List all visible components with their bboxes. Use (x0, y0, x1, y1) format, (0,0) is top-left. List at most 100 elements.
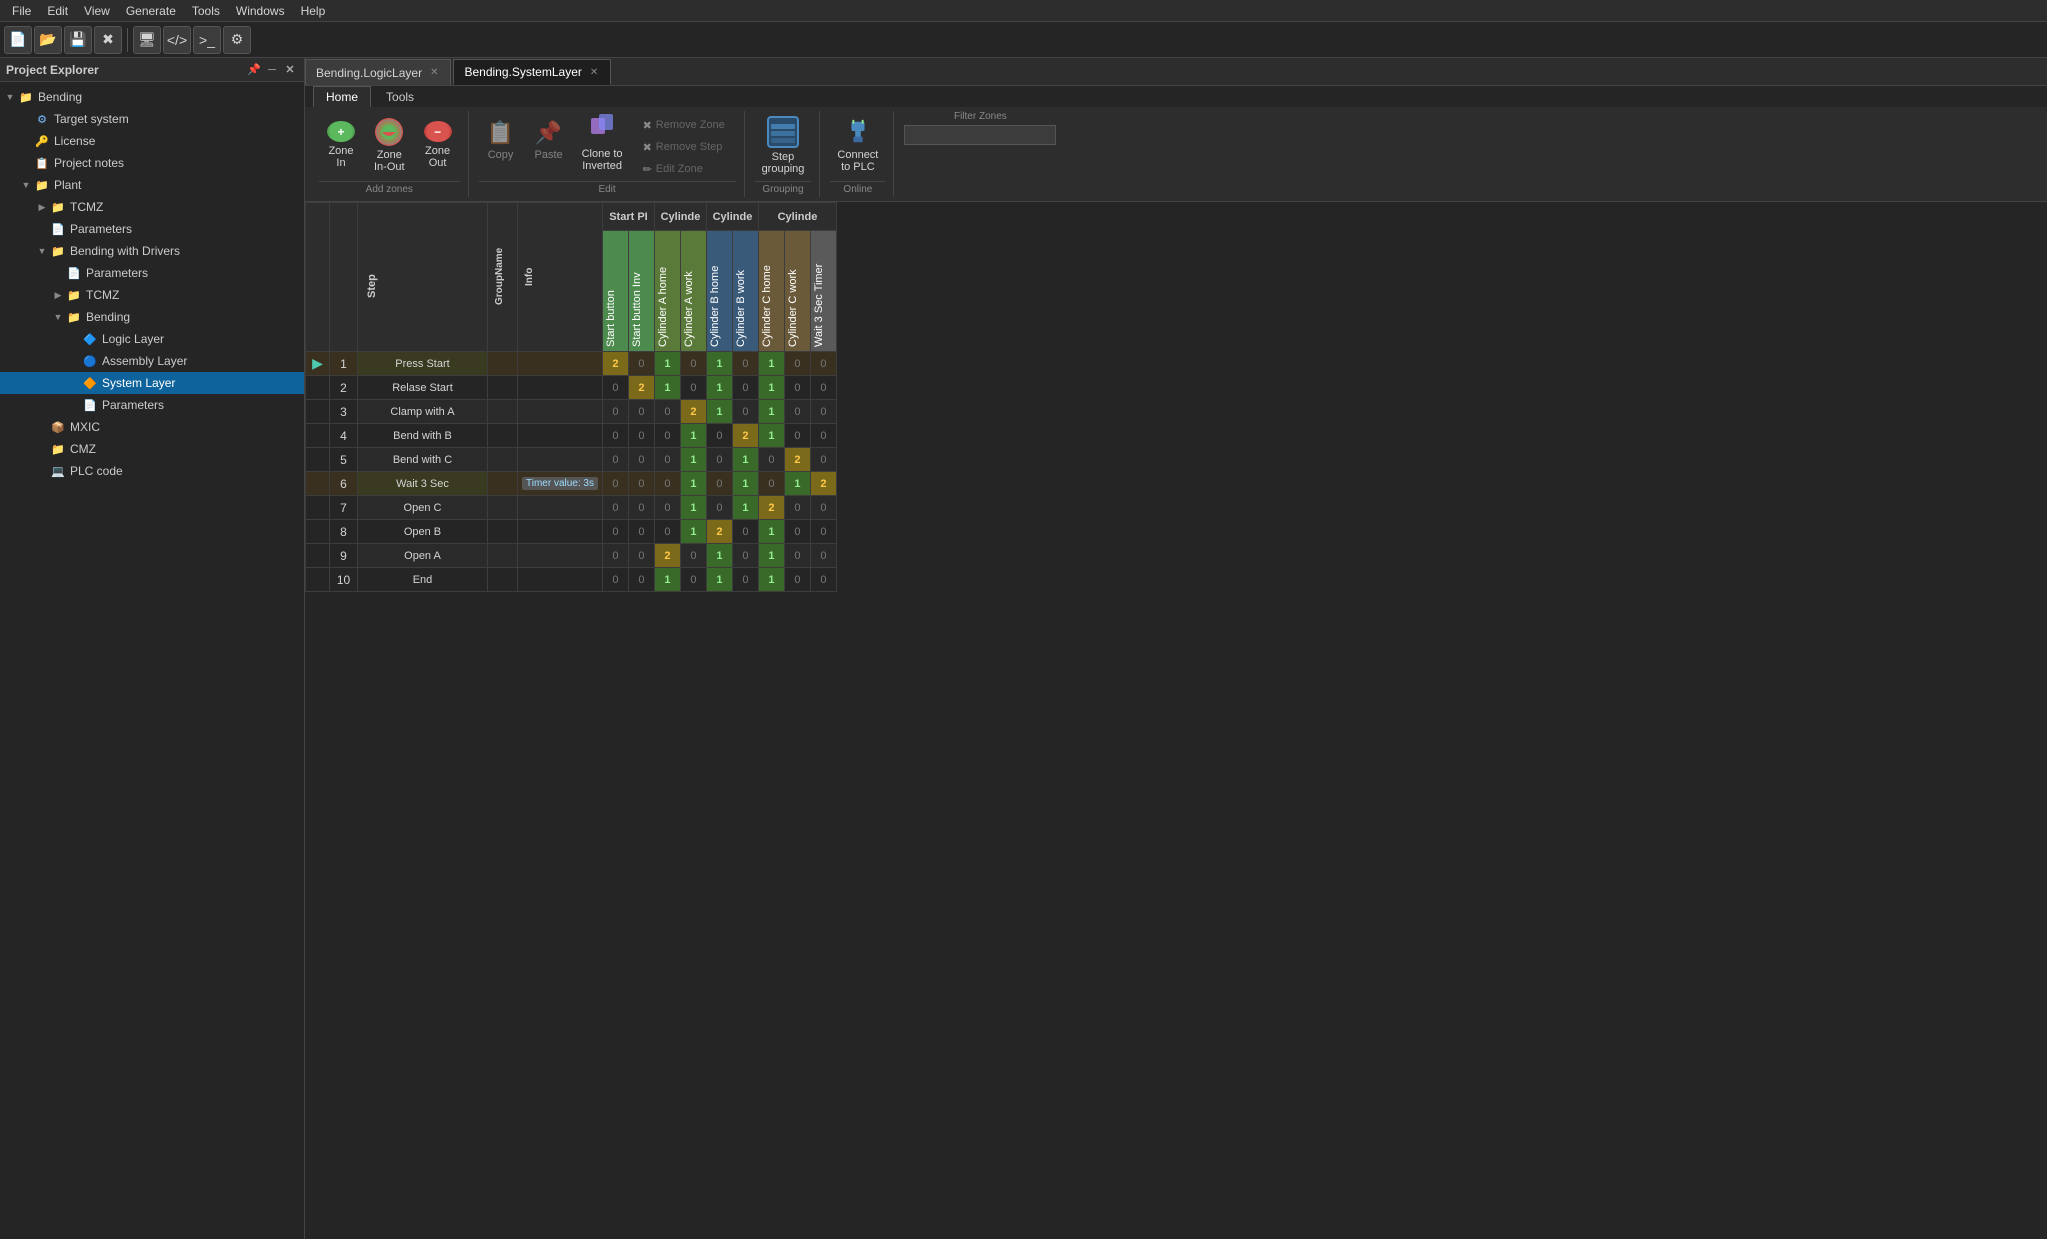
row-name-7[interactable]: Open C (358, 496, 488, 520)
cell-r1-c5[interactable]: 0 (732, 352, 758, 376)
tree-item-license[interactable]: 🔑License (0, 130, 304, 152)
ribbon-tab-home[interactable]: Home (313, 86, 371, 107)
cell-r9-c4[interactable]: 1 (706, 544, 732, 568)
tab-system-layer[interactable]: Bending.SystemLayer ✕ (453, 59, 611, 85)
tree-item-logic-layer[interactable]: 🔷Logic Layer (0, 328, 304, 350)
cell-r3-c1[interactable]: 0 (628, 400, 654, 424)
cell-r6-c2[interactable]: 0 (654, 472, 680, 496)
cell-r10-c2[interactable]: 1 (654, 568, 680, 592)
tree-item-tcmz[interactable]: ▶📁TCMZ (0, 196, 304, 218)
cell-r3-c2[interactable]: 0 (654, 400, 680, 424)
expand-bending[interactable]: ▼ (4, 91, 16, 103)
menu-help[interactable]: Help (293, 2, 334, 20)
edit-zone-button[interactable]: ✏ Edit Zone (636, 159, 736, 179)
tree-item-parameters-bwd[interactable]: 📄Parameters (0, 262, 304, 284)
cell-r5-c8[interactable]: 0 (810, 448, 836, 472)
cell-r2-c4[interactable]: 1 (706, 376, 732, 400)
cell-r7-c2[interactable]: 0 (654, 496, 680, 520)
toolbar-open[interactable]: 📂 (34, 26, 62, 54)
cell-r2-c1[interactable]: 2 (628, 376, 654, 400)
cell-r7-c5[interactable]: 1 (732, 496, 758, 520)
cell-r1-c7[interactable]: 0 (784, 352, 810, 376)
cell-r7-c8[interactable]: 0 (810, 496, 836, 520)
cell-r4-c3[interactable]: 1 (680, 424, 706, 448)
cell-r6-c5[interactable]: 1 (732, 472, 758, 496)
tree-item-plc-code[interactable]: 💻PLC code (0, 460, 304, 482)
cell-r3-c5[interactable]: 0 (732, 400, 758, 424)
cell-r9-c5[interactable]: 0 (732, 544, 758, 568)
tree-item-parameters-bending[interactable]: 📄Parameters (0, 394, 304, 416)
cell-r6-c6[interactable]: 0 (758, 472, 784, 496)
cell-r3-c6[interactable]: 1 (758, 400, 784, 424)
expand-plant[interactable]: ▼ (20, 179, 32, 191)
cell-r2-c3[interactable]: 0 (680, 376, 706, 400)
expand-tcmz[interactable]: ▶ (36, 201, 48, 213)
cell-r3-c7[interactable]: 0 (784, 400, 810, 424)
toolbar-save[interactable]: 💾 (64, 26, 92, 54)
cell-r4-c2[interactable]: 0 (654, 424, 680, 448)
cell-r5-c6[interactable]: 0 (758, 448, 784, 472)
cell-r9-c8[interactable]: 0 (810, 544, 836, 568)
menu-view[interactable]: View (76, 2, 118, 20)
cell-r3-c0[interactable]: 0 (602, 400, 628, 424)
cell-r4-c7[interactable]: 0 (784, 424, 810, 448)
tree-item-bending-node[interactable]: ▼📁Bending (0, 306, 304, 328)
cell-r6-c8[interactable]: 2 (810, 472, 836, 496)
cell-r8-c6[interactable]: 1 (758, 520, 784, 544)
cell-r8-c1[interactable]: 0 (628, 520, 654, 544)
clone-to-inverted-button[interactable]: Clone toInverted (575, 111, 630, 169)
tab-logic-layer[interactable]: Bending.LogicLayer ✕ (305, 59, 451, 85)
cell-r2-c0[interactable]: 0 (602, 376, 628, 400)
cell-r7-c6[interactable]: 2 (758, 496, 784, 520)
cell-r9-c3[interactable]: 0 (680, 544, 706, 568)
cell-r4-c4[interactable]: 0 (706, 424, 732, 448)
toolbar-code[interactable]: </> (163, 26, 191, 54)
row-name-10[interactable]: End (358, 568, 488, 592)
cell-r10-c3[interactable]: 0 (680, 568, 706, 592)
cell-r2-c2[interactable]: 1 (654, 376, 680, 400)
toolbar-terminal[interactable]: >_ (193, 26, 221, 54)
cell-r4-c1[interactable]: 0 (628, 424, 654, 448)
cell-r4-c5[interactable]: 2 (732, 424, 758, 448)
cell-r5-c7[interactable]: 2 (784, 448, 810, 472)
cell-r8-c0[interactable]: 0 (602, 520, 628, 544)
toolbar-close[interactable]: ✖ (94, 26, 122, 54)
expand-bending-node[interactable]: ▼ (52, 311, 64, 323)
cell-r1-c4[interactable]: 1 (706, 352, 732, 376)
cell-r4-c0[interactable]: 0 (602, 424, 628, 448)
menu-tools[interactable]: Tools (184, 2, 228, 20)
row-name-2[interactable]: Relase Start (358, 376, 488, 400)
cell-r10-c4[interactable]: 1 (706, 568, 732, 592)
cell-r5-c1[interactable]: 0 (628, 448, 654, 472)
connect-to-plc-button[interactable]: Connectto PLC (830, 116, 885, 174)
cell-r1-c6[interactable]: 1 (758, 352, 784, 376)
zone-in-out-button[interactable]: ZoneIn-Out (367, 116, 412, 174)
cell-r6-c3[interactable]: 1 (680, 472, 706, 496)
row-name-8[interactable]: Open B (358, 520, 488, 544)
cell-r3-c8[interactable]: 0 (810, 400, 836, 424)
cell-r5-c4[interactable]: 0 (706, 448, 732, 472)
cell-r5-c5[interactable]: 1 (732, 448, 758, 472)
expand-tcmz-bwd[interactable]: ▶ (52, 289, 64, 301)
tree-item-cmz[interactable]: 📁CMZ (0, 438, 304, 460)
cell-r10-c0[interactable]: 0 (602, 568, 628, 592)
cell-r9-c7[interactable]: 0 (784, 544, 810, 568)
remove-step-button[interactable]: ✖ Remove Step (636, 137, 736, 157)
tree-item-bending-with-drivers[interactable]: ▼📁Bending with Drivers (0, 240, 304, 262)
cell-r6-c4[interactable]: 0 (706, 472, 732, 496)
cell-r10-c5[interactable]: 0 (732, 568, 758, 592)
cell-r1-c0[interactable]: 2 (602, 352, 628, 376)
step-grouping-button[interactable]: Stepgrouping (755, 116, 812, 174)
tab-logic-layer-close[interactable]: ✕ (428, 66, 440, 79)
cell-r9-c6[interactable]: 1 (758, 544, 784, 568)
cell-r8-c2[interactable]: 0 (654, 520, 680, 544)
cell-r2-c8[interactable]: 0 (810, 376, 836, 400)
cell-r8-c3[interactable]: 1 (680, 520, 706, 544)
cell-r9-c2[interactable]: 2 (654, 544, 680, 568)
toolbar-settings[interactable]: ⚙ (223, 26, 251, 54)
ribbon-tab-tools[interactable]: Tools (373, 86, 427, 107)
toolbar-desktop[interactable]: 🖥 (133, 26, 161, 54)
tree-item-plant[interactable]: ▼📁Plant (0, 174, 304, 196)
paste-button[interactable]: 📌 Paste (527, 111, 571, 169)
expand-bending-with-drivers[interactable]: ▼ (36, 245, 48, 257)
